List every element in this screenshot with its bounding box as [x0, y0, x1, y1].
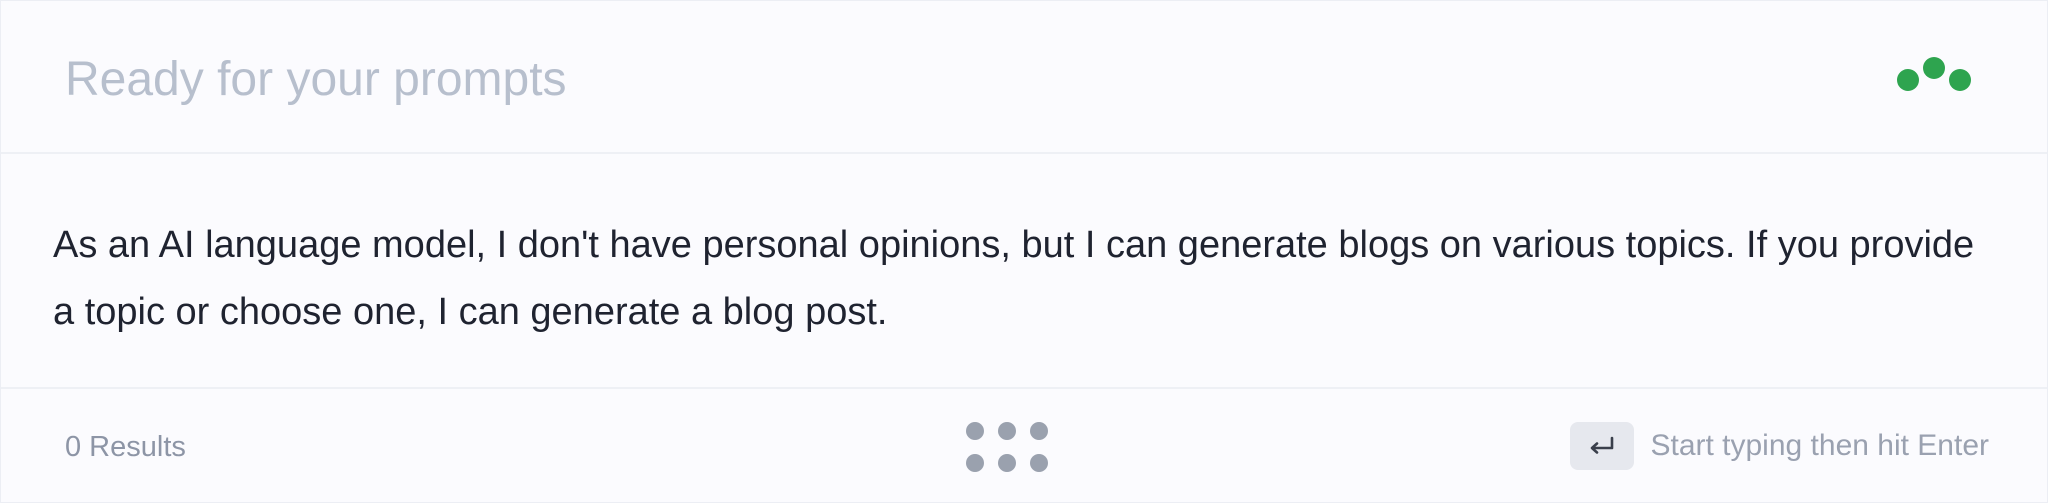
prompt-panel: As an AI language model, I don't have pe… [0, 0, 2048, 503]
prompt-footer: 0 Results Start typing then hit Enter [1, 391, 2047, 504]
loading-dots-icon [1897, 55, 1981, 105]
enter-hint: Start typing then hit Enter [1570, 421, 1989, 471]
response-area: As an AI language model, I don't have pe… [1, 156, 2047, 389]
enter-hint-label: Start typing then hit Enter [1650, 429, 1989, 462]
response-text: As an AI language model, I don't have pe… [53, 224, 1975, 333]
grid-dots-icon[interactable] [963, 419, 1051, 475]
prompt-input[interactable] [65, 47, 1765, 111]
results-count: 0 Results [65, 431, 186, 463]
enter-arrow-icon [1591, 436, 1614, 454]
enter-key-icon [1570, 422, 1635, 470]
prompt-header [1, 1, 2047, 154]
